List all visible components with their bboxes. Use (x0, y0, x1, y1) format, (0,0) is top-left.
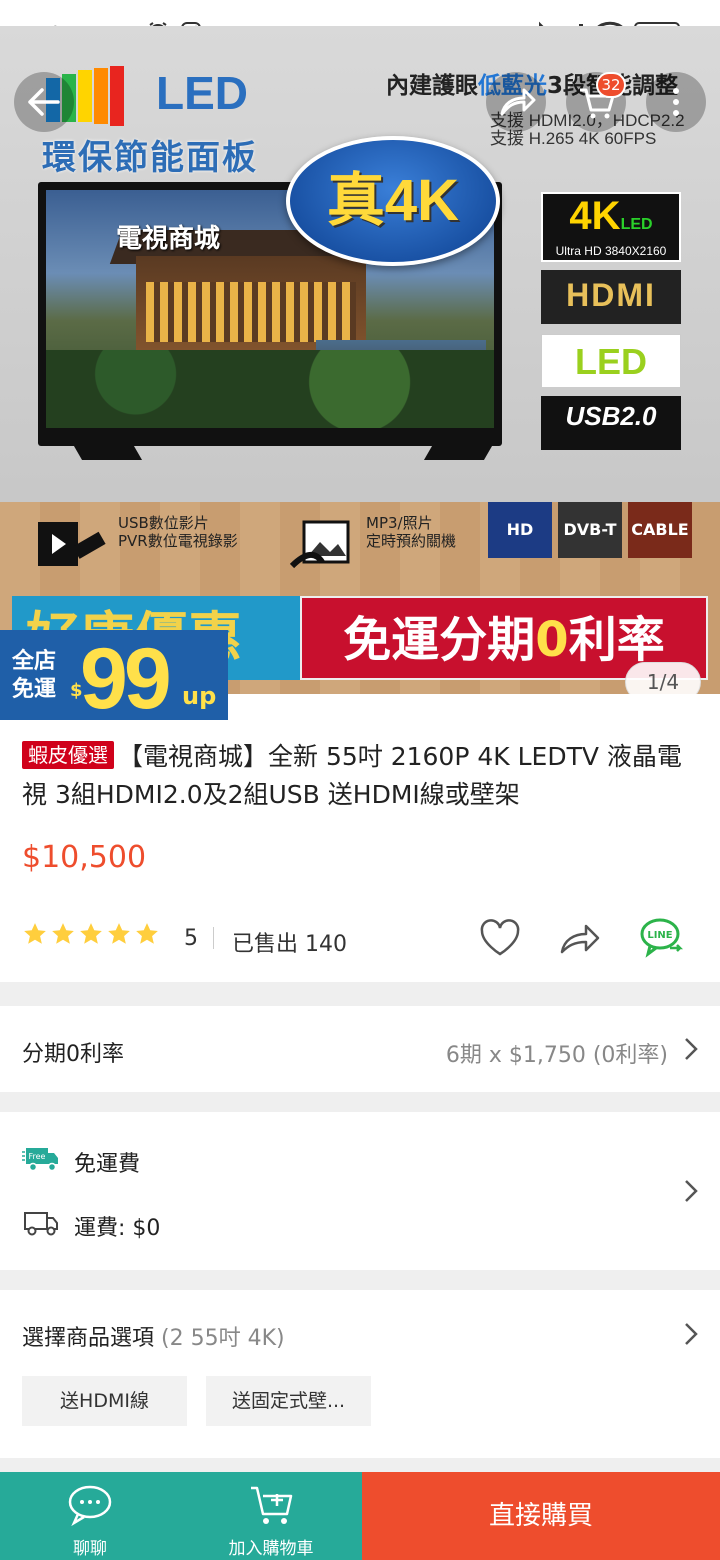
rating-value: 5 (184, 926, 198, 951)
chat-bubble-icon (68, 1485, 112, 1526)
add-to-cart-button[interactable]: 加入購物車 (180, 1472, 362, 1560)
rating-stars (22, 920, 162, 950)
more-options-button[interactable] (646, 72, 706, 132)
chat-label: 聊聊 (73, 1539, 107, 1559)
installment-value: 6期 x $1,750 (0利率) (445, 1043, 668, 1068)
back-button[interactable] (14, 72, 74, 132)
screen-label: 電視商城 (116, 224, 221, 254)
chevron-right-icon (685, 1038, 698, 1060)
line-share-icon[interactable]: LINE (638, 916, 686, 960)
free-shipping-truck-icon: Free (22, 1148, 58, 1172)
shipping-row[interactable]: Free 免運費 運費: $0 (0, 1112, 720, 1270)
true-4k-badge: 真4K (286, 136, 500, 266)
shipping-fee: 運費: $0 (74, 1216, 161, 1241)
dvb-t-badge: DVB-T (558, 502, 622, 558)
product-info-card: 蝦皮優選 【電視商城】全新 55吋 2160P 4K LEDTV 液晶電視 3組H… (0, 694, 720, 982)
sold-count: 已售出 140 (232, 932, 347, 957)
buy-now-button[interactable]: 直接購買 (362, 1472, 720, 1560)
installment-label: 分期0利率 (22, 1042, 124, 1067)
free-shipping-label: 免運費 (74, 1152, 141, 1177)
share-icon (500, 88, 536, 116)
hdmi-logo: HDMI (541, 270, 681, 324)
preferred-tag: 蝦皮優選 (22, 741, 114, 769)
arrow-left-icon (28, 88, 60, 116)
variant-count-hint: (2 55吋 4K) (161, 1326, 285, 1351)
chevron-right-icon (685, 1323, 698, 1345)
feature-usb-pvr: USB數位影片 PVR數位電視錄影 (118, 514, 238, 550)
free-shipping-badge-label: 全店免運 (12, 649, 57, 702)
variant-chip-wall-mount[interactable]: 送固定式壁... (206, 1376, 371, 1426)
variant-label: 選擇商品選項 (2 55吋 4K) (22, 1326, 285, 1351)
hd-badge: HD (488, 502, 552, 558)
add-to-cart-label: 加入購物車 (228, 1539, 314, 1559)
headline-prefix: 內建護眼 (386, 73, 478, 99)
usb-video-icon (38, 522, 106, 566)
eco-panel-text: 環保節能面板 (42, 138, 258, 178)
usb-logo: USB2.0 (541, 396, 681, 450)
share-icon[interactable] (558, 918, 602, 958)
free-shipping-threshold: 99 (80, 631, 172, 727)
variant-selector[interactable]: 選擇商品選項 (2 55吋 4K) 送HDMI線 送固定式壁... (0, 1290, 720, 1458)
add-cart-icon (251, 1486, 293, 1524)
product-price: $10,500 (22, 840, 147, 875)
feature-mp3-photo: MP3/照片 定時預約關機 (366, 514, 457, 550)
star-icon (52, 923, 74, 944)
bottom-action-bar: 聊聊 加入購物車 直接購買 (0, 1472, 720, 1560)
installment-row[interactable]: 分期0利率 6期 x $1,750 (0利率) (0, 1006, 720, 1092)
more-vertical-icon (673, 88, 679, 116)
star-icon (136, 923, 158, 944)
svg-text:Free: Free (29, 1152, 46, 1161)
product-title: 蝦皮優選 【電視商城】全新 55吋 2160P 4K LEDTV 液晶電視 3組H… (22, 741, 682, 809)
cable-badge: CABLE (628, 502, 692, 558)
star-icon (24, 923, 46, 944)
photo-film-icon (290, 520, 350, 569)
share-button[interactable] (486, 72, 546, 132)
truck-icon (24, 1212, 58, 1236)
divider (213, 927, 214, 949)
variant-chip-hdmi[interactable]: 送HDMI線 (22, 1376, 187, 1426)
led-logo-text: LED (156, 67, 248, 119)
star-icon (108, 923, 130, 944)
4k-led-logo: 4KLED Ultra HD 3840X2160 (541, 192, 681, 262)
chevron-right-icon (685, 1180, 698, 1202)
heart-icon[interactable] (478, 918, 522, 958)
chat-button[interactable]: 聊聊 (0, 1472, 180, 1560)
star-icon (80, 923, 102, 944)
svg-text:LINE: LINE (647, 930, 672, 941)
led-logo-badge: LED (541, 334, 681, 388)
free-shipping-promo-badge: 全店免運 $ 99 up (0, 630, 228, 727)
cart-count-badge: 32 (596, 72, 626, 98)
